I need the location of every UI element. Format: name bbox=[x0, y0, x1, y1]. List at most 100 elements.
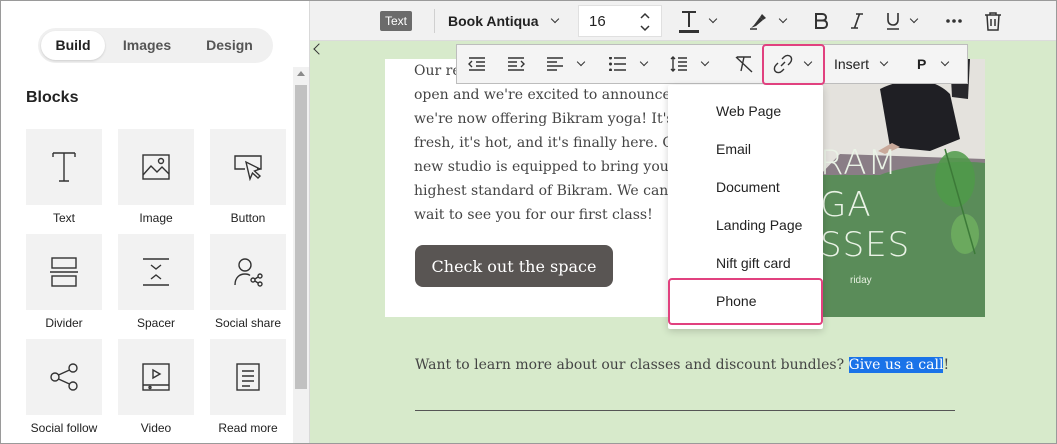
lower-paragraph[interactable]: Want to learn more about our classes and… bbox=[415, 357, 949, 373]
block-image[interactable]: Image bbox=[118, 129, 194, 225]
toolbar-divider bbox=[434, 9, 435, 33]
selected-text[interactable]: Give us a call bbox=[848, 357, 944, 373]
list-icon bbox=[609, 57, 626, 71]
menu-item-email[interactable]: Email bbox=[668, 130, 823, 168]
block-label: Text bbox=[52, 211, 75, 225]
phone-option-highlight bbox=[668, 278, 823, 325]
scroll-up-arrow-icon[interactable] bbox=[297, 71, 305, 76]
font-family-select[interactable]: Book Antiqua bbox=[448, 1, 572, 41]
leaf-decoration-icon bbox=[935, 148, 979, 255]
menu-item-nift-gift-card[interactable]: Nift gift card bbox=[668, 244, 823, 282]
font-size-value: 16 bbox=[589, 12, 606, 30]
panel-scrollbar[interactable] bbox=[293, 67, 309, 443]
line-height-icon bbox=[670, 56, 687, 72]
block-spacer[interactable]: Spacer bbox=[118, 234, 194, 330]
indent-button[interactable] bbox=[506, 45, 526, 83]
chevron-down-icon bbox=[700, 57, 710, 67]
menu-item-document[interactable]: Document bbox=[668, 168, 823, 206]
paragraph-line: wait to see you for our first class! bbox=[414, 207, 653, 223]
bold-icon bbox=[815, 13, 829, 29]
menu-item-landing-page[interactable]: Landing Page bbox=[668, 206, 823, 244]
app-frame: Build Images Design Blocks Text Image Bu… bbox=[0, 0, 1057, 444]
insert-dropdown[interactable]: Insert bbox=[834, 45, 889, 83]
block-label: Video bbox=[140, 421, 172, 435]
email-paragraph[interactable]: Our re open and we're excited to announc… bbox=[414, 59, 674, 227]
font-size-input[interactable]: 16 bbox=[578, 5, 662, 37]
link-button-highlight bbox=[762, 44, 825, 85]
left-panel: Build Images Design Blocks Text Image Bu… bbox=[1, 1, 310, 443]
cta-button[interactable]: Check out the space bbox=[415, 245, 613, 287]
email-divider-line bbox=[415, 410, 955, 411]
clear-format-icon bbox=[735, 56, 753, 73]
panel-tabs: Build Images Design bbox=[38, 28, 273, 63]
insert-label: Insert bbox=[834, 56, 870, 72]
tab-images[interactable]: Images bbox=[105, 31, 189, 60]
divider-icon bbox=[50, 257, 78, 287]
paragraph-line: we're now offering Bikram yoga! It's bbox=[414, 111, 674, 127]
italic-button[interactable] bbox=[850, 1, 864, 41]
social-share-icon bbox=[234, 258, 263, 287]
block-label: Image bbox=[139, 211, 173, 225]
spacer-icon bbox=[143, 258, 169, 286]
block-label: Spacer bbox=[136, 316, 176, 330]
chevron-down-icon bbox=[708, 14, 718, 24]
font-family-value: Book Antiqua bbox=[448, 13, 539, 29]
paragraph-line: open and we're excited to announce bbox=[414, 87, 671, 103]
video-icon bbox=[142, 363, 170, 391]
delete-button[interactable] bbox=[984, 1, 1002, 41]
block-label: Read more bbox=[218, 421, 278, 435]
chevron-down-icon bbox=[551, 14, 560, 24]
more-button[interactable] bbox=[946, 1, 962, 41]
read-more-icon bbox=[236, 363, 260, 391]
social-follow-icon bbox=[50, 363, 78, 391]
line-height-button[interactable] bbox=[670, 45, 710, 83]
format-toolbar: Insert P bbox=[456, 44, 968, 84]
text-color-button[interactable] bbox=[678, 1, 718, 41]
underline-icon bbox=[887, 13, 899, 30]
paragraph-line: fresh, it's hot, and it's finally here. … bbox=[414, 135, 674, 151]
trash-icon bbox=[985, 12, 1001, 31]
scrollbar-thumb[interactable] bbox=[295, 85, 307, 389]
tab-build[interactable]: Build bbox=[41, 31, 105, 60]
yoga-promo-image[interactable]: RAM GA SSES riday bbox=[820, 59, 985, 317]
block-divider[interactable]: Divider bbox=[26, 234, 102, 330]
indent-icon bbox=[508, 57, 525, 71]
text-color-icon bbox=[679, 11, 699, 33]
text-icon bbox=[52, 152, 76, 182]
paragraph-style-label: P bbox=[917, 56, 927, 72]
underline-button[interactable] bbox=[885, 1, 919, 41]
image-small-text: riday bbox=[850, 275, 872, 286]
lower-text-before: Want to learn more about our classes and… bbox=[415, 357, 849, 373]
list-button[interactable] bbox=[609, 45, 649, 83]
more-icon bbox=[946, 19, 962, 23]
lower-text-after: ! bbox=[943, 357, 950, 373]
blocks-heading: Blocks bbox=[26, 89, 79, 106]
italic-icon bbox=[851, 13, 863, 29]
menu-item-web-page[interactable]: Web Page bbox=[668, 92, 823, 130]
text-badge-label: Text bbox=[380, 11, 413, 31]
highlight-button[interactable] bbox=[748, 1, 788, 41]
block-label: Social share bbox=[214, 316, 282, 330]
outdent-button[interactable] bbox=[467, 45, 487, 83]
block-button[interactable]: Button bbox=[210, 129, 286, 225]
main-toolbar: Text Book Antiqua 16 bbox=[310, 1, 1056, 41]
chevron-down-icon bbox=[909, 14, 919, 24]
block-video[interactable]: Video bbox=[118, 339, 194, 435]
block-label: Button bbox=[230, 211, 266, 225]
paragraph-style-dropdown[interactable]: P bbox=[917, 45, 950, 83]
bold-button[interactable] bbox=[813, 1, 829, 41]
collapse-panel-icon[interactable] bbox=[313, 43, 325, 55]
tab-design[interactable]: Design bbox=[189, 31, 270, 60]
align-button[interactable] bbox=[546, 45, 586, 83]
clear-format-button[interactable] bbox=[734, 45, 754, 83]
block-read-more[interactable]: Read more bbox=[210, 339, 286, 435]
chevron-down-icon bbox=[879, 57, 889, 67]
block-social-follow[interactable]: Social follow bbox=[26, 339, 102, 435]
font-size-stepper-icon[interactable] bbox=[639, 11, 651, 33]
chevron-down-icon bbox=[576, 57, 586, 67]
chevron-down-icon bbox=[639, 57, 649, 67]
block-label: Social follow bbox=[30, 421, 98, 435]
block-social-share[interactable]: Social share bbox=[210, 234, 286, 330]
button-icon bbox=[234, 155, 262, 181]
block-text[interactable]: Text bbox=[26, 129, 102, 225]
